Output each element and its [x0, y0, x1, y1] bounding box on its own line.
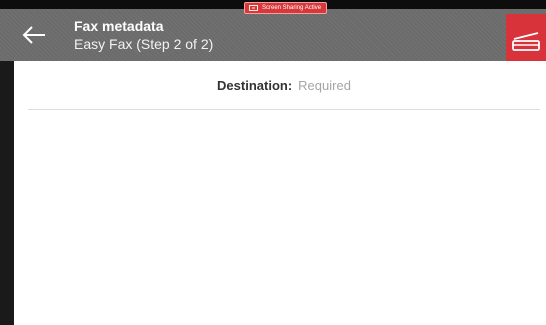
- page-title: Fax metadata: [74, 18, 164, 34]
- destination-field[interactable]: Destination: Required: [28, 61, 540, 110]
- screen-sharing-label: Screen Sharing Active: [262, 5, 322, 11]
- back-button[interactable]: [17, 20, 51, 50]
- destination-label: Destination:: [217, 77, 293, 93]
- screen: Fax metadata Easy Fax (Step 2 of 2) Scre…: [0, 0, 546, 325]
- app-header: Fax metadata Easy Fax (Step 2 of 2): [0, 9, 546, 70]
- arrow-left-icon: [22, 26, 45, 44]
- destination-input[interactable]: Required: [298, 78, 351, 93]
- form-content: Destination: Required: [14, 61, 546, 325]
- scanner-icon: [512, 32, 540, 51]
- title-block: Fax metadata Easy Fax (Step 2 of 2): [74, 18, 213, 53]
- screen-sharing-badge: Screen Sharing Active: [244, 2, 328, 14]
- screen-share-icon: [249, 5, 258, 11]
- page-subtitle: Easy Fax (Step 2 of 2): [74, 36, 214, 52]
